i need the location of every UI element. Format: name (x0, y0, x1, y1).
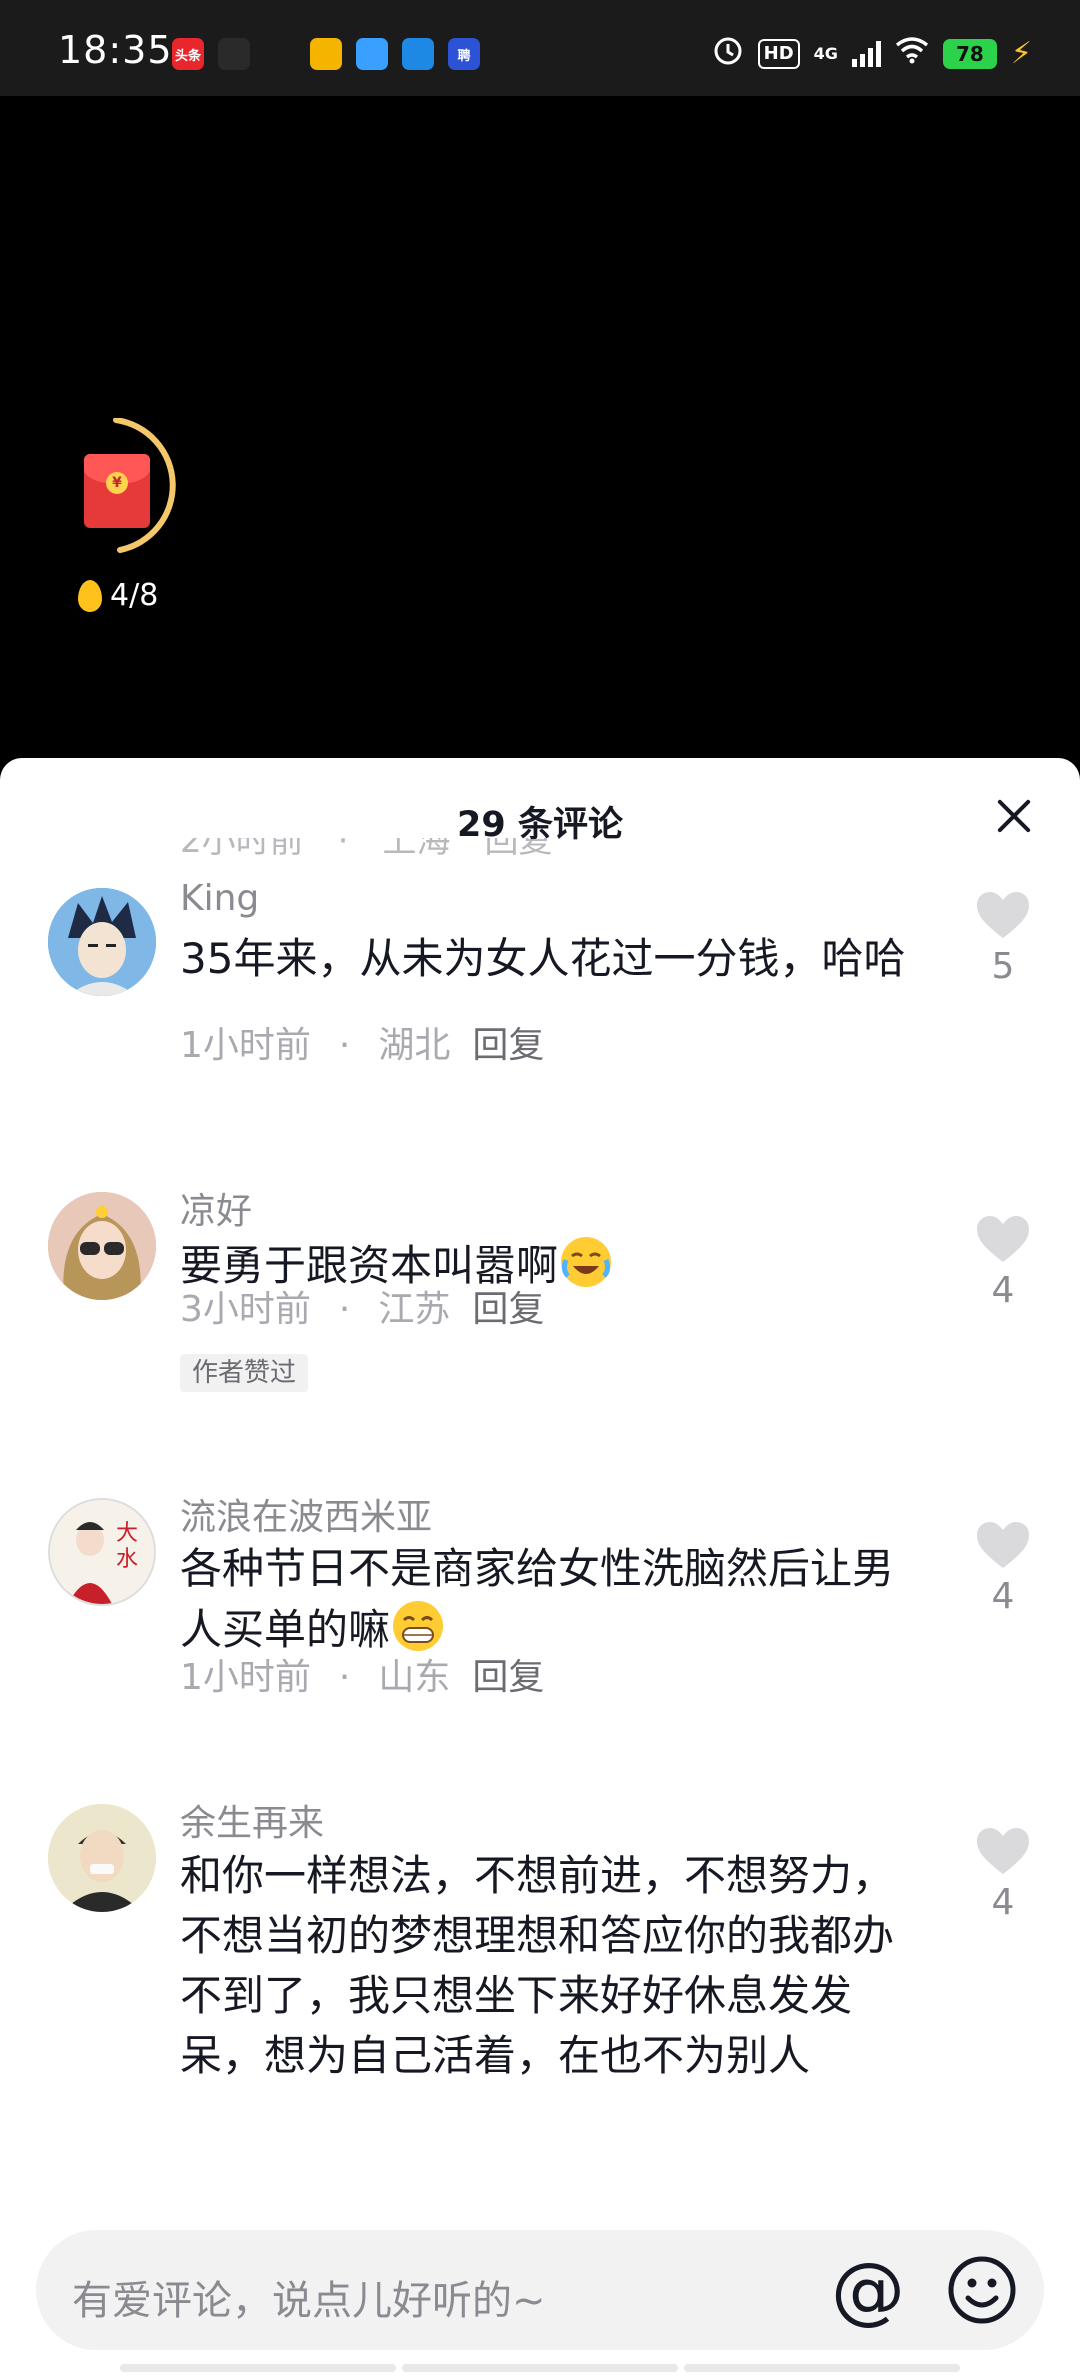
comment-username[interactable]: 流浪在波西米亚 (180, 1488, 432, 1540)
like-count: 4 (991, 1882, 1015, 1923)
comment-time: 1小时前 (180, 1025, 311, 1066)
avatar[interactable] (48, 888, 156, 996)
toutiao-app-icon: 头条 (172, 38, 204, 70)
avatar[interactable] (48, 1804, 156, 1912)
comment-location: 江苏 (378, 1289, 451, 1330)
bottom-gesture-bar (120, 2364, 960, 2372)
avatar[interactable] (48, 1192, 156, 1300)
comment-meta: 3小时前 · 江苏 回复 (180, 1289, 545, 1330)
comment-text: 和你一样想法，不想前进，不想努力，不想当初的梦想理想和答应你的我都办不到了，我只… (180, 1851, 895, 2080)
comment-meta: 1小时前 · 山东 回复 (180, 1657, 545, 1698)
signal-app-icon (402, 38, 434, 70)
comment-location: 湖北 (378, 1025, 451, 1066)
wifi-icon (895, 36, 929, 71)
red-packet-icon[interactable]: ¥ (84, 454, 150, 528)
grinning-emoji-icon (393, 1601, 444, 1651)
comment-meta: 1小时前 · 湖北 回复 (180, 1025, 545, 1066)
comments-panel: 29 条评论 2小时前 · 上海 回复 King 35年来，从未为女人花过一分钱，哈哈… (0, 758, 1080, 2376)
comment-input[interactable]: 有爱评论，说点儿好听的~ @ (36, 2230, 1044, 2350)
like-button[interactable]: 4 (968, 1214, 1038, 1311)
alarm-icon (712, 34, 744, 73)
comment-text: 各种节日不是商家给女性洗脑然后让男人买单的嘛 (180, 1544, 895, 1654)
svg-text:水: 水 (116, 1547, 138, 1572)
face-app-icon (310, 38, 342, 70)
like-count: 4 (991, 1576, 1015, 1617)
avatar[interactable]: 大 水 (48, 1498, 156, 1606)
mention-at-icon[interactable]: @ (828, 2250, 908, 2330)
charging-icon: ⚡ (1010, 36, 1032, 71)
tiktok-app-icon (264, 38, 296, 70)
author-liked-tag: 作者赞过 (180, 1354, 309, 1392)
like-button[interactable]: 4 (968, 1520, 1038, 1617)
network-type: 4G (813, 43, 838, 63)
comment-location: 山东 (378, 1657, 451, 1698)
like-count: 5 (991, 946, 1015, 987)
heart-icon (977, 1216, 1029, 1262)
red-packet-progress-text: 4/8 (110, 578, 159, 613)
comment-time: 3小时前 (180, 1289, 311, 1330)
heart-icon (977, 1522, 1029, 1568)
status-bar: 18:35 头条 聘 HD 4G 78 ⚡ (0, 0, 1080, 96)
like-button[interactable]: 4 (968, 1826, 1038, 1923)
cell-signal-icon (851, 40, 881, 67)
laughing-crying-emoji-icon (561, 1237, 612, 1287)
speedometer-app-icon (218, 38, 250, 70)
emoji-picker-icon[interactable] (946, 2254, 1018, 2326)
comment-input-placeholder: 有爱评论，说点儿好听的~ (72, 2278, 546, 2324)
status-time: 18:35 (58, 28, 173, 72)
comment-text: 35年来，从未为女人花过一分钱，哈哈 (180, 934, 906, 983)
heart-icon (977, 1828, 1029, 1874)
comment-username[interactable]: King (180, 878, 259, 919)
like-button[interactable]: 5 (968, 890, 1038, 987)
heart-icon (977, 892, 1029, 938)
network-label: 4G (813, 43, 838, 63)
golden-egg-icon (78, 579, 102, 612)
like-count: 4 (991, 1270, 1015, 1311)
recruit-app-icon: 聘 (448, 38, 480, 70)
comment-time: 1小时前 (180, 1657, 311, 1698)
cloud-app-icon (356, 38, 388, 70)
reply-button[interactable]: 回复 (472, 1025, 544, 1066)
reply-button[interactable]: 回复 (472, 1289, 544, 1330)
comment-username[interactable]: 余生再来 (180, 1794, 324, 1846)
notification-icons: 头条 聘 (172, 38, 480, 70)
system-indicators: HD 4G 78 ⚡ (712, 34, 1032, 73)
close-icon[interactable] (988, 790, 1040, 842)
comment-username[interactable]: 凉好 (180, 1182, 252, 1234)
battery-indicator: 78 (942, 38, 997, 69)
hd-badge: HD (757, 38, 800, 69)
svg-text:大: 大 (116, 1521, 138, 1546)
partial-comment-meta: 2小时前 · 上海 回复 (180, 838, 553, 860)
reply-button[interactable]: 回复 (472, 1657, 544, 1698)
red-packet-counter: 4/8 (78, 578, 158, 613)
